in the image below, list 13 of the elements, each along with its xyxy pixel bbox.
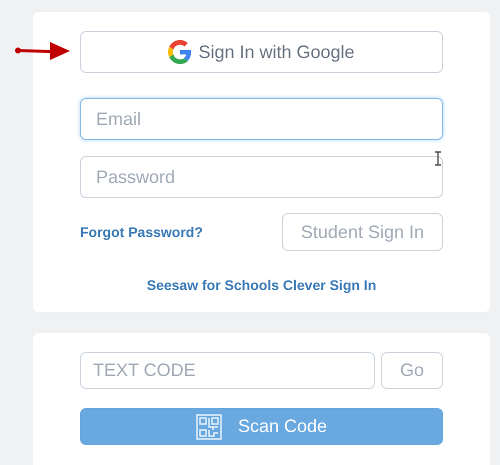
google-logo-icon bbox=[168, 40, 192, 64]
arrow-icon bbox=[14, 40, 72, 62]
student-sign-in-button[interactable]: Student Sign In bbox=[282, 213, 443, 251]
text-cursor-icon bbox=[434, 151, 442, 166]
go-button[interactable]: Go bbox=[381, 352, 443, 389]
google-sign-in-button[interactable]: Sign In with Google bbox=[80, 31, 443, 73]
input-field[interactable]: Password bbox=[80, 156, 443, 198]
scan-code-button[interactable]: Scan Code bbox=[80, 408, 443, 445]
text-code-field[interactable]: TEXT CODE bbox=[80, 352, 375, 389]
forgot-password-link[interactable]: Forgot Password? bbox=[80, 222, 203, 242]
clever-sign-in-link[interactable]: Seesaw for Schools Clever Sign In bbox=[146, 275, 376, 296]
input-field[interactable]: Email bbox=[80, 98, 443, 140]
qr-code-icon bbox=[196, 414, 222, 440]
